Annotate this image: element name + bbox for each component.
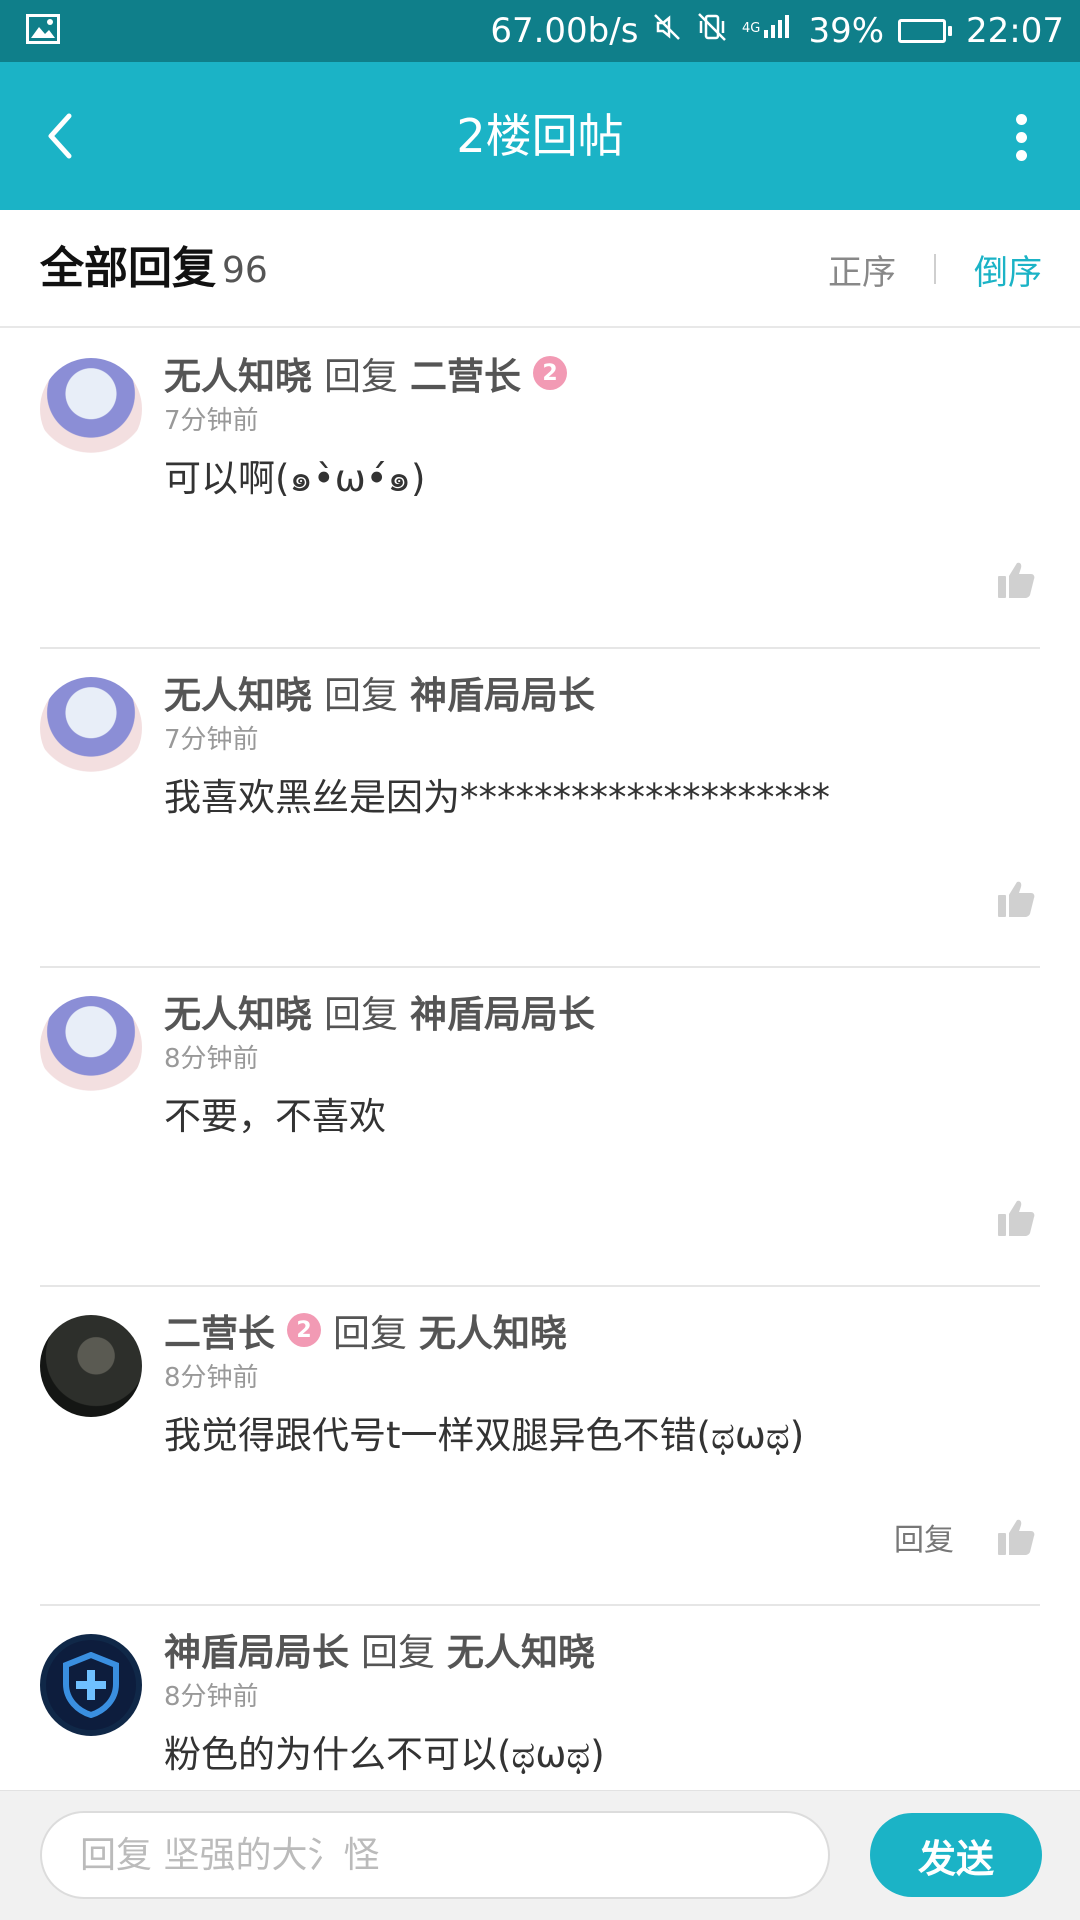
level-badge: 2	[533, 356, 567, 390]
status-bar: 67.00b/s 4G 39% 22:07	[0, 0, 1080, 62]
reply-content[interactable]: 我喜欢黑丝是因为********************	[164, 767, 830, 821]
avatar[interactable]	[40, 358, 142, 460]
battery-icon	[898, 19, 953, 43]
target-name[interactable]: 神盾局局长	[410, 984, 595, 1038]
reply-item: 二营长 2 回复 无人知晓 8分钟前 我觉得跟代号t一样双腿异色不错(ಥωಥ) …	[40, 1287, 1040, 1606]
target-name[interactable]: 无人知晓	[419, 1303, 567, 1357]
more-vertical-icon	[1015, 113, 1027, 125]
author-name[interactable]: 二营长	[164, 1303, 275, 1357]
reply-count: 96	[222, 250, 268, 291]
all-replies-title: 全部回复	[40, 243, 216, 294]
thumbs-up-icon	[998, 881, 1035, 917]
reply-item: 无人知晓 回复 神盾局局长 7分钟前 我喜欢黑丝是因为*************…	[40, 649, 1040, 968]
battery-percent: 39%	[808, 11, 885, 51]
like-button[interactable]	[992, 556, 1040, 604]
back-button[interactable]	[30, 102, 90, 170]
author-name[interactable]: 无人知晓	[164, 346, 312, 400]
reply-word: 回复	[361, 1631, 435, 1674]
avatar[interactable]	[40, 677, 142, 779]
author-name[interactable]: 神盾局局长	[164, 1622, 349, 1676]
sort-descending-button[interactable]: 倒序	[974, 245, 1042, 294]
reply-time: 7分钟前	[164, 725, 259, 755]
signal-4g-icon: 4G	[742, 11, 794, 51]
chevron-left-icon	[48, 113, 72, 159]
sort-divider	[934, 254, 936, 284]
clock: 22:07	[966, 11, 1064, 51]
image-icon	[26, 14, 60, 44]
like-button[interactable]	[992, 875, 1040, 923]
reply-time: 8分钟前	[164, 1363, 259, 1393]
reply-input-bar: 发送	[0, 1790, 1080, 1920]
avatar[interactable]	[40, 996, 142, 1098]
page-title: 2楼回帖	[456, 109, 624, 163]
reply-time: 8分钟前	[164, 1044, 259, 1074]
sort-ascending-button[interactable]: 正序	[828, 245, 896, 294]
shield-icon	[63, 1652, 119, 1718]
reply-word: 回复	[333, 1312, 407, 1355]
like-button[interactable]	[992, 1194, 1040, 1242]
reply-content[interactable]: 可以啊(๑•̀ω•́๑)	[164, 448, 425, 508]
reply-content[interactable]: 粉色的为什么不可以(ಥωಥ)	[164, 1724, 605, 1778]
like-button[interactable]	[992, 1513, 1040, 1561]
reply-word: 回复	[324, 674, 398, 717]
reply-item: 无人知晓 回复 神盾局局长 8分钟前 不要，不喜欢	[40, 968, 1040, 1287]
reply-word: 回复	[324, 993, 398, 1036]
network-speed: 67.00b/s	[490, 11, 639, 51]
reply-button[interactable]: 回复	[894, 1515, 954, 1559]
reply-item: 无人知晓 回复 二营长 2 7分钟前 可以啊(๑•̀ω•́๑)	[40, 330, 1040, 649]
author-name[interactable]: 无人知晓	[164, 665, 312, 719]
reply-content[interactable]: 不要，不喜欢	[164, 1086, 386, 1140]
reply-time: 8分钟前	[164, 1682, 259, 1712]
avatar[interactable]	[40, 1315, 142, 1417]
target-name[interactable]: 神盾局局长	[410, 665, 595, 719]
level-badge: 2	[287, 1313, 321, 1347]
reply-item: 神盾局局长 回复 无人知晓 8分钟前 粉色的为什么不可以(ಥωಥ)	[40, 1606, 1040, 1790]
reply-time: 7分钟前	[164, 406, 259, 436]
reply-list: 无人知晓 回复 二营长 2 7分钟前 可以啊(๑•̀ω•́๑) 无人知晓 回复 …	[0, 330, 1080, 1790]
send-button[interactable]: 发送	[870, 1813, 1042, 1897]
app-header: 2楼回帖	[0, 62, 1080, 210]
reply-word: 回复	[324, 355, 398, 398]
mute-icon	[652, 11, 682, 51]
thumbs-up-icon	[998, 562, 1035, 598]
thumbs-up-icon	[998, 1200, 1035, 1236]
vibrate-off-icon	[696, 11, 728, 52]
more-menu-button[interactable]	[996, 102, 1046, 172]
svg-text:4G: 4G	[742, 21, 760, 36]
reply-input[interactable]	[40, 1811, 830, 1899]
sort-bar: 全部回复 96 正序 倒序	[0, 210, 1080, 328]
author-name[interactable]: 无人知晓	[164, 984, 312, 1038]
target-name[interactable]: 无人知晓	[447, 1622, 595, 1676]
target-name[interactable]: 二营长	[410, 346, 521, 400]
thumbs-up-icon	[998, 1519, 1035, 1555]
reply-content[interactable]: 我觉得跟代号t一样双腿异色不错(ಥωಥ)	[164, 1405, 804, 1459]
avatar[interactable]	[40, 1634, 142, 1736]
